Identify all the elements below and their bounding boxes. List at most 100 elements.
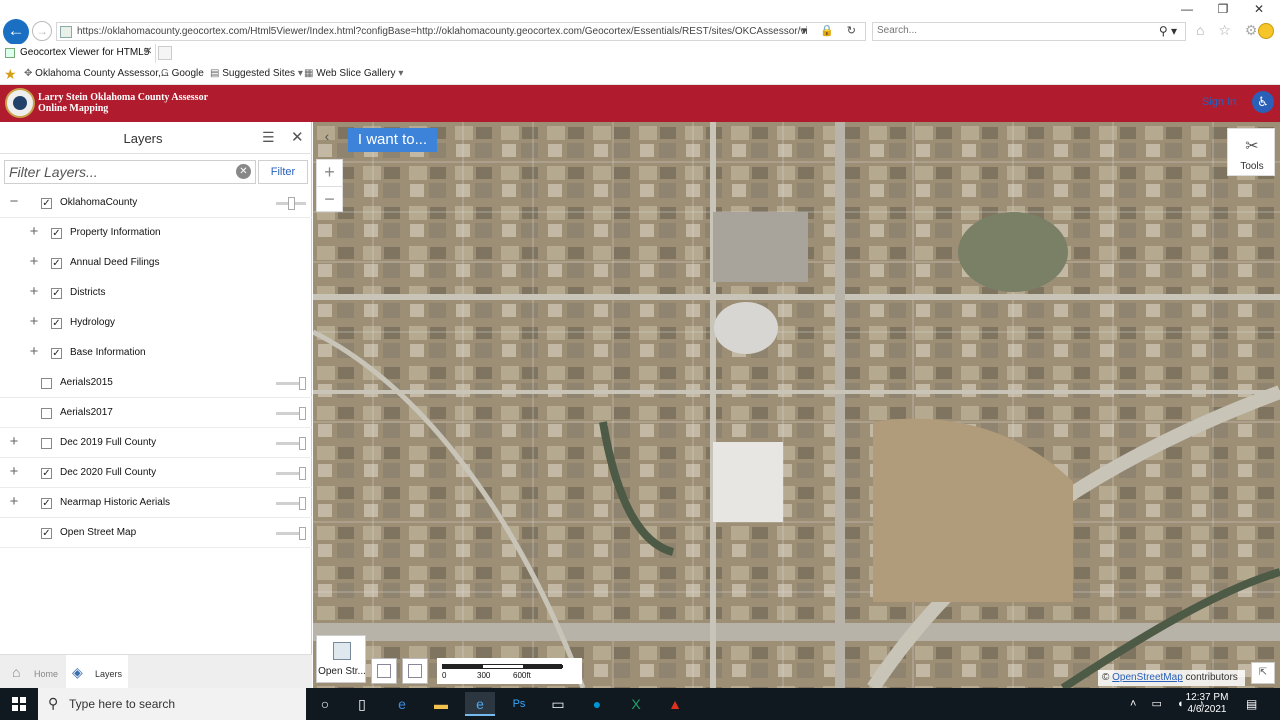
filter-button[interactable]: Filter bbox=[258, 160, 308, 184]
tools-button[interactable]: ✂ Tools bbox=[1227, 128, 1275, 176]
layer-row[interactable]: + Dec 2019 Full County bbox=[0, 428, 312, 458]
layer-row[interactable]: + ✓ Property Information bbox=[0, 218, 312, 248]
layer-row[interactable]: + ✓ Hydrology bbox=[0, 308, 312, 338]
edge-icon[interactable]: e bbox=[387, 692, 417, 716]
minimize-icon[interactable]: — bbox=[1170, 2, 1204, 16]
expand-icon[interactable]: + bbox=[28, 344, 40, 359]
collapse-panel-icon[interactable]: ‹ bbox=[318, 128, 336, 148]
layer-row[interactable]: + ✓ Districts bbox=[0, 278, 312, 308]
browser-tab[interactable]: Geocortex Viewer for HTML5 ✕ bbox=[0, 44, 156, 64]
tab-title[interactable]: Geocortex Viewer for HTML5 bbox=[20, 47, 149, 58]
taskbar-search[interactable]: ⚲ Type here to search bbox=[38, 688, 306, 720]
layer-row[interactable]: Aerials2015 bbox=[0, 368, 312, 398]
expand-icon[interactable]: + bbox=[8, 434, 20, 449]
layer-checkbox[interactable]: ✓ bbox=[41, 528, 52, 539]
layer-checkbox[interactable]: ✓ bbox=[51, 348, 62, 359]
basemap-switcher[interactable]: Open Str... bbox=[316, 635, 366, 683]
layer-checkbox[interactable]: ✓ bbox=[41, 468, 52, 479]
footer-tab-layers[interactable]: ◈ Layers bbox=[66, 655, 128, 689]
layer-checkbox[interactable]: ✓ bbox=[41, 198, 52, 209]
opacity-slider[interactable] bbox=[276, 197, 306, 210]
layer-label[interactable]: Aerials2017 bbox=[60, 407, 113, 418]
close-icon[interactable]: ✕ bbox=[291, 128, 304, 146]
opacity-slider[interactable] bbox=[276, 497, 306, 510]
i-want-to-button[interactable]: I want to... bbox=[348, 128, 437, 152]
layer-checkbox[interactable]: ✓ bbox=[51, 258, 62, 269]
layer-checkbox[interactable] bbox=[41, 408, 52, 419]
search-icon[interactable]: ⚲ ▾ bbox=[1159, 24, 1177, 38]
layer-checkbox[interactable]: ✓ bbox=[51, 288, 62, 299]
layer-row[interactable]: + ✓ Nearmap Historic Aerials bbox=[0, 488, 312, 518]
opacity-slider[interactable] bbox=[276, 407, 306, 420]
slider-handle[interactable] bbox=[299, 467, 306, 480]
opacity-slider[interactable] bbox=[276, 467, 306, 480]
layer-checkbox[interactable]: ✓ bbox=[41, 498, 52, 509]
layer-label[interactable]: Districts bbox=[70, 287, 106, 298]
layer-label[interactable]: Dec 2020 Full County bbox=[60, 467, 156, 478]
expand-map-icon[interactable]: ⇱ bbox=[1251, 662, 1275, 684]
restore-icon[interactable]: ❐ bbox=[1206, 2, 1240, 16]
cortana-icon[interactable]: ○ bbox=[310, 692, 340, 716]
expand-icon[interactable]: + bbox=[8, 494, 20, 509]
zoom-out-button[interactable]: − bbox=[317, 186, 342, 212]
expand-icon[interactable]: + bbox=[28, 224, 40, 239]
layer-checkbox[interactable] bbox=[41, 378, 52, 389]
start-windows-icon[interactable] bbox=[12, 697, 26, 711]
favorite-link[interactable]: ▤ Suggested Sites ▾ bbox=[210, 68, 303, 79]
forward-arrow-icon[interactable]: → bbox=[32, 21, 52, 41]
expand-icon[interactable]: + bbox=[28, 284, 40, 299]
back-arrow-icon[interactable]: ← bbox=[3, 19, 29, 45]
layer-label[interactable]: Base Information bbox=[70, 347, 146, 358]
filter-layers-input[interactable] bbox=[4, 160, 256, 184]
expand-icon[interactable]: + bbox=[28, 254, 40, 269]
layer-label[interactable]: Nearmap Historic Aerials bbox=[60, 497, 170, 508]
feedback-smiley-icon[interactable] bbox=[1258, 23, 1274, 39]
scale-input-button[interactable] bbox=[402, 658, 428, 684]
excel-icon[interactable]: X bbox=[621, 692, 651, 716]
expand-icon[interactable]: + bbox=[28, 314, 40, 329]
layer-row[interactable]: + ✓ Dec 2020 Full County bbox=[0, 458, 312, 488]
clear-filter-icon[interactable]: ✕ bbox=[236, 164, 251, 179]
notification-icon[interactable]: ▤ bbox=[1246, 697, 1257, 711]
accessibility-icon[interactable]: ♿ bbox=[1252, 91, 1274, 113]
slider-handle[interactable] bbox=[299, 407, 306, 420]
browser-search-box[interactable]: ⚲ ▾ bbox=[872, 22, 1186, 41]
layer-row[interactable]: + ✓ Base Information bbox=[0, 338, 312, 368]
sign-in-link[interactable]: Sign In bbox=[1202, 96, 1236, 108]
layer-label[interactable]: Hydrology bbox=[70, 317, 115, 328]
layer-checkbox[interactable]: ✓ bbox=[51, 228, 62, 239]
address-bar-icons[interactable]: ▾ 🔒 ↻ bbox=[801, 24, 861, 37]
slider-handle[interactable] bbox=[299, 377, 306, 390]
favorite-link[interactable]: ✥ Oklahoma County Assessor,... bbox=[24, 68, 169, 79]
panel-menu-icon[interactable]: ☰ bbox=[262, 129, 275, 146]
layer-row[interactable]: + ✓ Annual Deed Filings bbox=[0, 248, 312, 278]
expand-icon[interactable]: + bbox=[8, 464, 20, 479]
layer-checkbox[interactable] bbox=[41, 438, 52, 449]
url-text[interactable]: https://oklahomacounty.geocortex.com/Htm… bbox=[77, 25, 807, 39]
layer-label[interactable]: Dec 2019 Full County bbox=[60, 437, 156, 448]
remote-desktop-icon[interactable]: ▭ bbox=[543, 692, 573, 716]
osm-link[interactable]: OpenStreetMap bbox=[1112, 672, 1183, 683]
opacity-slider[interactable] bbox=[276, 377, 306, 390]
layer-row[interactable]: ✓ Open Street Map bbox=[0, 518, 312, 548]
layer-label[interactable]: Aerials2015 bbox=[60, 377, 113, 388]
taskbar-clock[interactable]: 12:37 PM 4/6/2021 bbox=[1182, 692, 1232, 716]
zoom-in-button[interactable]: + bbox=[317, 160, 342, 186]
layer-label[interactable]: Property Information bbox=[70, 227, 161, 238]
favorites-star-icon[interactable]: ★ bbox=[4, 66, 17, 83]
overview-map-button[interactable] bbox=[371, 658, 397, 684]
favorite-link[interactable]: ▦ Web Slice Gallery ▾ bbox=[304, 68, 403, 79]
slider-handle[interactable] bbox=[288, 197, 295, 210]
map-view[interactable] bbox=[313, 122, 1280, 688]
acrobat-icon[interactable]: ▲ bbox=[660, 692, 690, 716]
browser-search-input[interactable] bbox=[877, 25, 1137, 36]
file-explorer-icon[interactable]: ▬ bbox=[426, 692, 456, 716]
collapse-icon[interactable]: − bbox=[8, 194, 20, 209]
slider-handle[interactable] bbox=[299, 497, 306, 510]
opacity-slider[interactable] bbox=[276, 437, 306, 450]
address-bar[interactable]: https://oklahomacounty.geocortex.com/Htm… bbox=[56, 22, 866, 41]
favorite-link[interactable]: G Google bbox=[161, 68, 204, 79]
layer-row[interactable]: Aerials2017 bbox=[0, 398, 312, 428]
hp-icon[interactable]: ● bbox=[582, 692, 612, 716]
slider-handle[interactable] bbox=[299, 437, 306, 450]
